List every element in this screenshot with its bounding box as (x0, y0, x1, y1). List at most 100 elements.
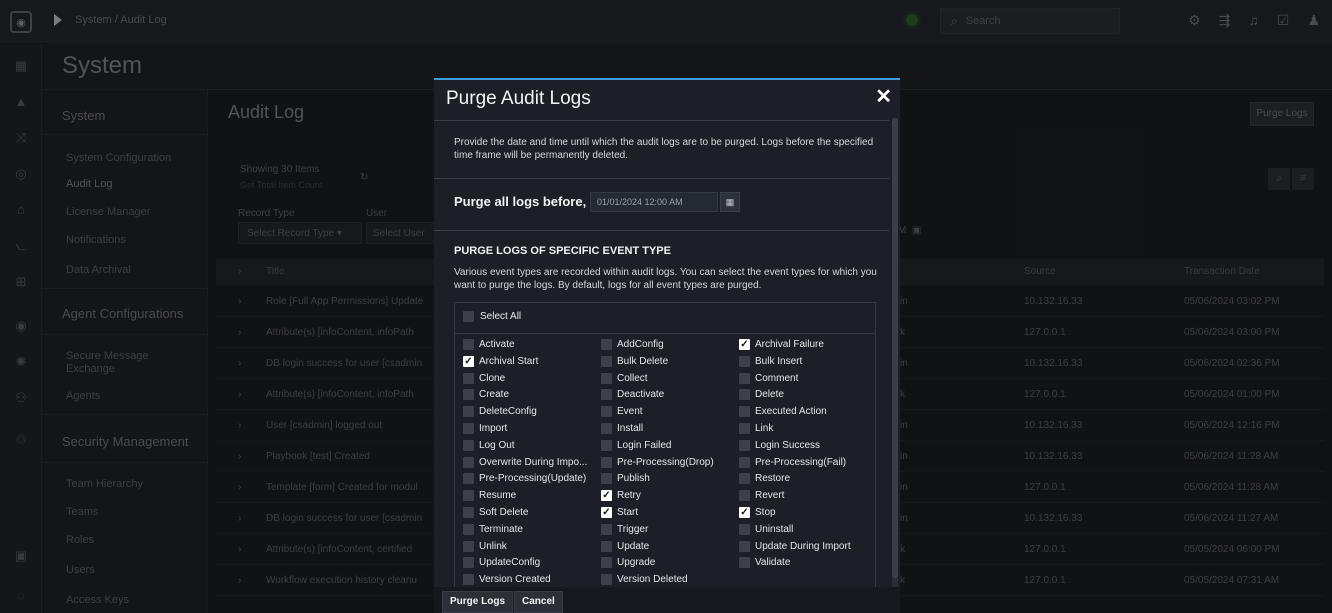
event-type-checkbox[interactable]: Soft Delete (463, 507, 528, 518)
event-type-checkbox[interactable]: Activate (463, 339, 515, 350)
checkbox-box[interactable] (463, 406, 474, 418)
event-type-checkbox[interactable]: Collect (601, 372, 648, 384)
event-type-checkbox[interactable]: Bulk Delete (601, 355, 668, 367)
checkbox-box[interactable] (739, 490, 750, 502)
checkbox-box[interactable] (463, 439, 474, 451)
checkbox-box[interactable] (601, 389, 612, 401)
checkbox-box[interactable] (739, 372, 750, 384)
checkbox-box[interactable] (463, 423, 474, 434)
event-type-checkbox[interactable]: Resume (463, 490, 516, 502)
checkbox-box[interactable] (739, 557, 750, 569)
event-type-checkbox[interactable]: Revert (739, 490, 784, 502)
checkbox-box[interactable] (463, 339, 474, 350)
checkbox-box[interactable] (739, 540, 750, 552)
event-type-checkbox[interactable]: Login Failed (601, 439, 671, 451)
event-type-checkbox[interactable]: ✓ Archival Start (463, 355, 538, 367)
checkmark-icon[interactable]: ✓ (601, 507, 612, 518)
checkmark-icon[interactable]: ✓ (739, 507, 750, 518)
event-type-checkbox[interactable]: Comment (739, 372, 798, 384)
checkbox-box[interactable] (463, 540, 474, 552)
checkbox-box[interactable] (463, 456, 474, 468)
event-type-label: Unlink (479, 540, 507, 552)
checkbox-box[interactable] (463, 389, 474, 401)
modal-scrollbar[interactable] (892, 118, 898, 588)
checkbox-box[interactable] (463, 473, 474, 485)
event-type-checkbox[interactable]: Link (739, 423, 773, 434)
divider (434, 178, 889, 179)
event-type-checkbox[interactable]: Pre-Processing(Update) (463, 473, 586, 485)
checkbox-box[interactable] (463, 574, 474, 586)
checkbox-box[interactable] (463, 523, 474, 535)
checkbox-box[interactable] (601, 557, 612, 569)
event-type-checkbox[interactable]: Login Success (739, 439, 820, 451)
scrollbar-thumb[interactable] (892, 118, 898, 578)
select-all-checkbox[interactable]: Select All (463, 311, 521, 322)
event-type-checkbox[interactable]: Restore (739, 473, 790, 485)
checkbox-box[interactable] (739, 473, 750, 485)
event-type-checkbox[interactable]: Pre-Processing(Drop) (601, 456, 714, 468)
event-type-checkbox[interactable]: ✓ Retry (601, 490, 641, 502)
checkmark-icon[interactable]: ✓ (463, 355, 474, 367)
checkbox-box[interactable] (601, 423, 612, 434)
checkbox-box[interactable] (463, 507, 474, 518)
event-type-checkbox[interactable]: Update (601, 540, 649, 552)
checkbox-box[interactable] (601, 473, 612, 485)
checkbox-box[interactable] (463, 557, 474, 569)
checkbox-box[interactable] (601, 355, 612, 367)
close-icon[interactable]: ✕ (875, 84, 892, 109)
checkbox-box[interactable] (601, 372, 612, 384)
event-type-checkbox[interactable]: Event (601, 406, 643, 418)
checkbox-box[interactable] (463, 490, 474, 502)
event-type-checkbox[interactable]: AddConfig (601, 339, 664, 350)
event-type-checkbox[interactable]: Import (463, 423, 507, 434)
event-type-checkbox[interactable]: Terminate (463, 523, 523, 535)
purge-before-date-input[interactable]: 01/01/2024 12:00 AM (590, 192, 718, 212)
event-type-checkbox[interactable]: Pre-Processing(Fail) (739, 456, 846, 468)
checkbox-box[interactable] (601, 339, 612, 350)
event-type-checkbox[interactable]: UpdateConfig (463, 557, 540, 569)
calendar-icon[interactable]: ▦ (720, 192, 740, 212)
event-type-checkbox[interactable]: ✓ Start (601, 507, 638, 518)
checkbox-box[interactable] (739, 355, 750, 367)
event-type-checkbox[interactable]: Uninstall (739, 523, 793, 535)
event-type-checkbox[interactable]: Validate (739, 557, 790, 569)
cancel-button[interactable]: Cancel (514, 591, 563, 613)
checkbox-box[interactable] (601, 406, 612, 418)
event-type-checkbox[interactable]: Clone (463, 372, 505, 384)
checkbox-box[interactable] (739, 456, 750, 468)
event-type-checkbox[interactable]: Bulk Insert (739, 355, 802, 367)
event-type-checkbox[interactable]: Trigger (601, 523, 648, 535)
event-type-checkbox[interactable]: Delete (739, 389, 784, 401)
checkbox-box[interactable] (601, 540, 612, 552)
checkbox-box[interactable] (463, 372, 474, 384)
checkbox-box[interactable] (739, 389, 750, 401)
event-type-checkbox[interactable]: Install (601, 423, 643, 434)
checkbox-box[interactable] (739, 439, 750, 451)
checkbox-box[interactable] (601, 456, 612, 468)
checkbox-box[interactable] (739, 423, 750, 434)
event-type-checkbox[interactable]: Upgrade (601, 557, 655, 569)
checkbox-box[interactable] (601, 439, 612, 451)
event-type-checkbox[interactable]: Deactivate (601, 389, 664, 401)
event-type-checkbox[interactable]: Overwrite During Impo... (463, 456, 587, 468)
purge-logs-submit-button[interactable]: Purge Logs (442, 591, 514, 613)
event-type-label: Terminate (479, 523, 523, 535)
checkbox-box[interactable] (601, 523, 612, 535)
checkbox-box[interactable] (601, 574, 612, 586)
checkbox-box[interactable] (739, 523, 750, 535)
event-type-checkbox[interactable]: Version Deleted (601, 574, 688, 586)
checkmark-icon[interactable]: ✓ (601, 490, 612, 502)
event-type-checkbox[interactable]: Version Created (463, 574, 551, 586)
checkmark-icon[interactable]: ✓ (739, 339, 750, 350)
event-type-checkbox[interactable]: Update During Import (739, 540, 851, 552)
event-type-checkbox[interactable]: Log Out (463, 439, 515, 451)
checkbox-box[interactable] (463, 311, 474, 322)
event-type-checkbox[interactable]: Publish (601, 473, 650, 485)
checkbox-box[interactable] (739, 406, 750, 418)
event-type-checkbox[interactable]: ✓ Archival Failure (739, 339, 824, 350)
event-type-checkbox[interactable]: Create (463, 389, 509, 401)
event-type-checkbox[interactable]: DeleteConfig (463, 406, 537, 418)
event-type-checkbox[interactable]: Executed Action (739, 406, 827, 418)
event-type-checkbox[interactable]: Unlink (463, 540, 507, 552)
event-type-checkbox[interactable]: ✓ Stop (739, 507, 776, 518)
